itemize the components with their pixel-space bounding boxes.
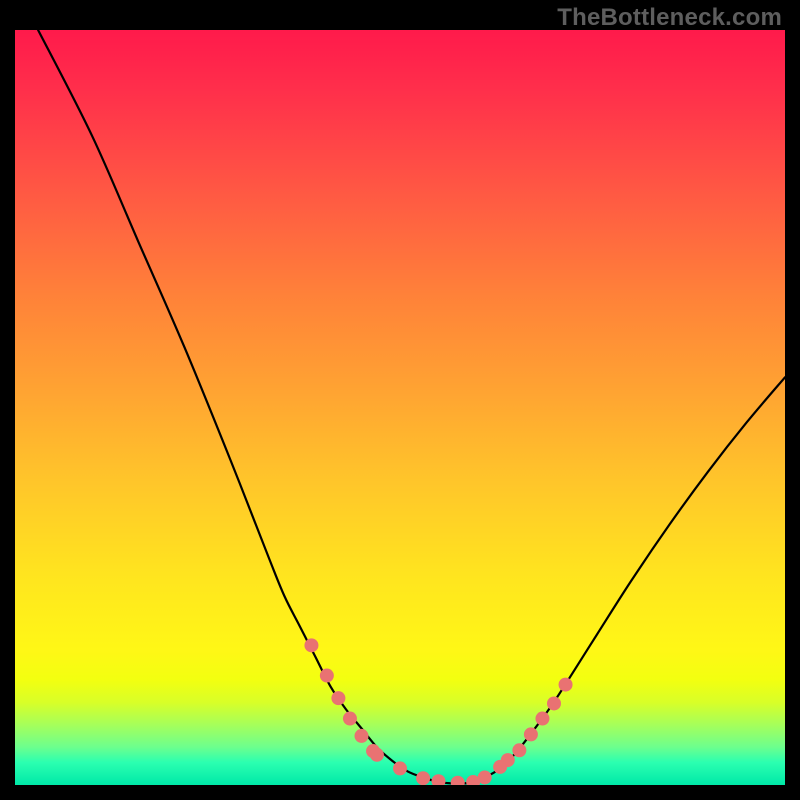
- chart-svg: [15, 30, 785, 785]
- highlight-dot: [416, 771, 430, 785]
- highlight-dot: [320, 669, 334, 683]
- highlight-dot: [547, 696, 561, 710]
- plot-area: [15, 30, 785, 785]
- highlight-dot: [512, 743, 526, 757]
- highlight-dot: [393, 761, 407, 775]
- watermark-label: TheBottleneck.com: [557, 4, 782, 32]
- highlight-dots: [304, 638, 572, 785]
- highlight-dot: [432, 774, 446, 785]
- highlight-dot: [370, 748, 384, 762]
- highlight-dot: [501, 753, 515, 767]
- highlight-dot: [478, 770, 492, 784]
- chart-container: TheBottleneck.com: [0, 0, 800, 800]
- highlight-dot: [331, 691, 345, 705]
- highlight-dot: [355, 729, 369, 743]
- curve-line: [38, 30, 785, 784]
- highlight-dot: [524, 727, 538, 741]
- highlight-dot: [304, 638, 318, 652]
- highlight-dot: [535, 712, 549, 726]
- highlight-dot: [343, 712, 357, 726]
- highlight-dot: [559, 678, 573, 692]
- highlight-dot: [451, 776, 465, 785]
